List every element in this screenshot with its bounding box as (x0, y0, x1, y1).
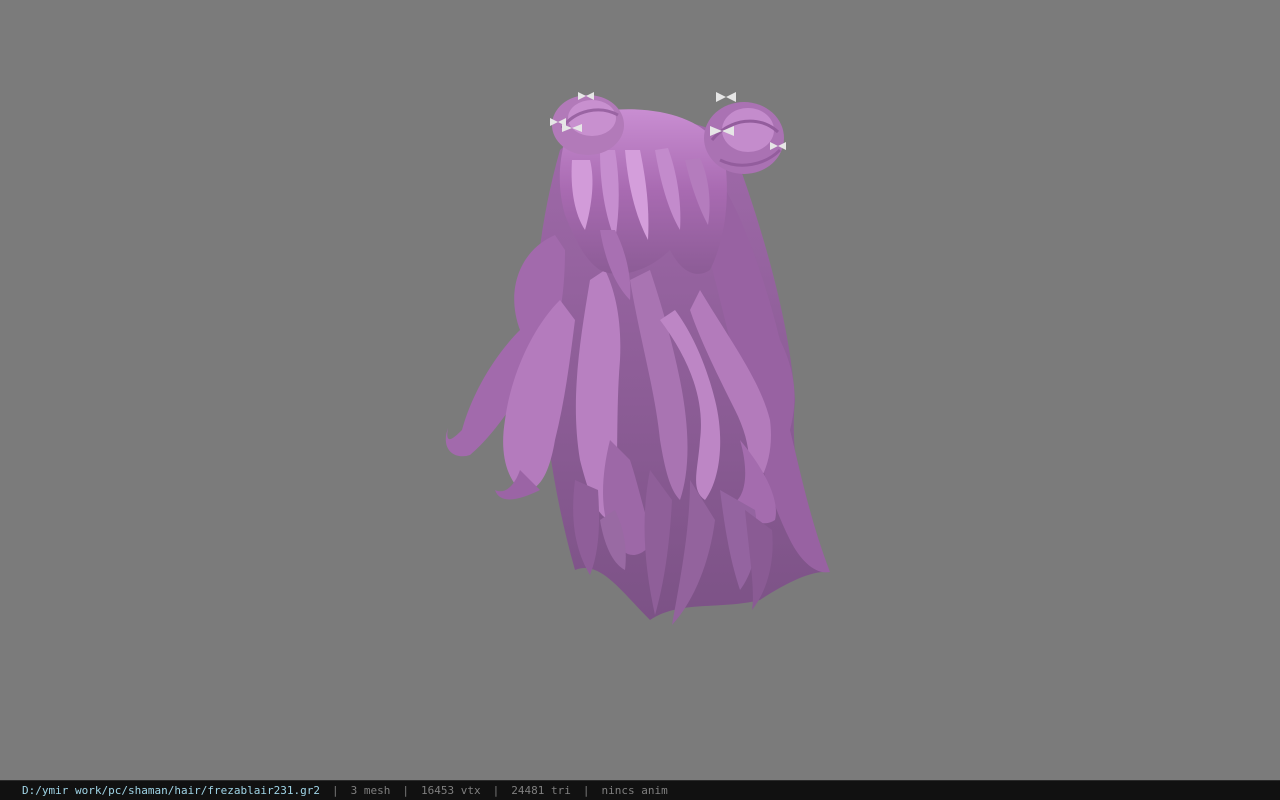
triangle-count-label: 24481 tri (511, 784, 571, 797)
status-separator: | (492, 784, 500, 797)
vertex-count-label: 16453 vtx (421, 784, 481, 797)
status-separator: | (582, 784, 590, 797)
status-separator: | (402, 784, 410, 797)
hair-model-render (445, 92, 830, 625)
status-bar: D:/ymir work/pc/shaman/hair/frezablair23… (0, 780, 1280, 800)
hair-bun-right (704, 102, 784, 174)
3d-viewport[interactable] (0, 0, 1280, 780)
status-separator: | (332, 784, 339, 797)
mesh-count-label: 3 mesh (350, 784, 391, 797)
file-path-label: D:/ymir work/pc/shaman/hair/frezablair23… (22, 784, 321, 797)
animation-status-label: nincs anim (601, 784, 668, 797)
